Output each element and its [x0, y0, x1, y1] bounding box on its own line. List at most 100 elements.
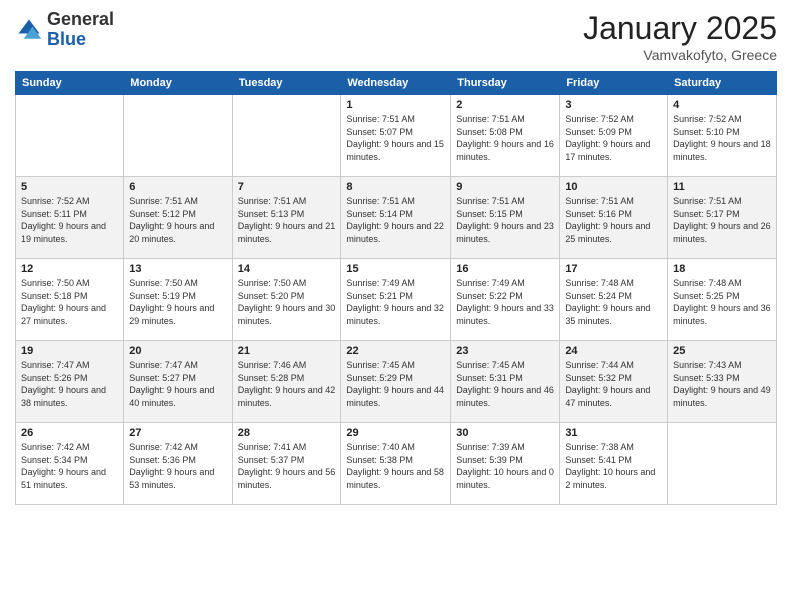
day-number-26: 26	[21, 427, 118, 439]
day-info-25: Sunrise: 7:43 AMSunset: 5:33 PMDaylight:…	[673, 359, 771, 409]
day-number-14: 14	[238, 263, 336, 275]
logo-icon	[15, 16, 43, 44]
day-number-28: 28	[238, 427, 336, 439]
day-info-24: Sunrise: 7:44 AMSunset: 5:32 PMDaylight:…	[565, 359, 662, 409]
logo-blue: Blue	[47, 29, 86, 49]
cell-3-2: 21 Sunrise: 7:46 AMSunset: 5:28 PMDayligh…	[232, 341, 341, 423]
cell-2-0: 12 Sunrise: 7:50 AMSunset: 5:18 PMDayligh…	[16, 259, 124, 341]
cell-2-6: 18Sunrise: 7:48 AMSunset: 5:25 PMDayligh…	[668, 259, 777, 341]
day-number-15: 15	[346, 263, 445, 275]
cell-3-0: 19 Sunrise: 7:47 AMSunset: 5:26 PMDayligh…	[16, 341, 124, 423]
title-block: January 2025 Vamvakofyto, Greece	[583, 10, 777, 63]
day-number-13: 13	[129, 263, 226, 275]
day-info-20: Sunrise: 7:47 AMSunset: 5:27 PMDaylight:…	[129, 359, 226, 409]
day-number-6: 6	[129, 181, 226, 193]
calendar-header: Sunday Monday Tuesday Wednesday Thursday…	[16, 72, 777, 95]
header-thursday: Thursday	[451, 72, 560, 95]
day-number-10: 10	[565, 181, 662, 193]
cell-0-2	[232, 95, 341, 177]
cell-3-1: 20 Sunrise: 7:47 AMSunset: 5:27 PMDayligh…	[124, 341, 232, 423]
day-info-17: Sunrise: 7:48 AMSunset: 5:24 PMDaylight:…	[565, 277, 662, 327]
cell-0-4: 2 Sunrise: 7:51 AMSunset: 5:08 PMDaylight…	[451, 95, 560, 177]
header-monday: Monday	[124, 72, 232, 95]
day-info-4: Sunrise: 7:52 AMSunset: 5:10 PMDaylight:…	[673, 113, 771, 163]
day-number-24: 24	[565, 345, 662, 357]
cell-4-3: 29Sunrise: 7:40 AMSunset: 5:38 PMDayligh…	[341, 423, 451, 505]
day-number-22: 22	[346, 345, 445, 357]
cell-1-2: 7 Sunrise: 7:51 AMSunset: 5:13 PMDaylight…	[232, 177, 341, 259]
day-number-7: 7	[238, 181, 336, 193]
cell-0-0	[16, 95, 124, 177]
cell-2-2: 14 Sunrise: 7:50 AMSunset: 5:20 PMDayligh…	[232, 259, 341, 341]
cell-1-6: 11Sunrise: 7:51 AMSunset: 5:17 PMDayligh…	[668, 177, 777, 259]
cell-4-2: 28 Sunrise: 7:41 AMSunset: 5:37 PMDayligh…	[232, 423, 341, 505]
day-info-7: Sunrise: 7:51 AMSunset: 5:13 PMDaylight:…	[238, 195, 336, 245]
day-number-19: 19	[21, 345, 118, 357]
calendar: Sunday Monday Tuesday Wednesday Thursday…	[15, 71, 777, 505]
day-number-27: 27	[129, 427, 226, 439]
cell-2-4: 16 Sunrise: 7:49 AMSunset: 5:22 PMDayligh…	[451, 259, 560, 341]
cell-1-4: 9 Sunrise: 7:51 AMSunset: 5:15 PMDaylight…	[451, 177, 560, 259]
day-number-20: 20	[129, 345, 226, 357]
header: General Blue January 2025 Vamvakofyto, G…	[15, 10, 777, 63]
day-number-8: 8	[346, 181, 445, 193]
cell-1-5: 10Sunrise: 7:51 AMSunset: 5:16 PMDayligh…	[560, 177, 668, 259]
header-tuesday: Tuesday	[232, 72, 341, 95]
week-row-2: 12 Sunrise: 7:50 AMSunset: 5:18 PMDayligh…	[16, 259, 777, 341]
day-number-17: 17	[565, 263, 662, 275]
logo: General Blue	[15, 10, 114, 50]
cell-4-1: 27Sunrise: 7:42 AMSunset: 5:36 PMDayligh…	[124, 423, 232, 505]
header-saturday: Saturday	[668, 72, 777, 95]
week-row-0: 1Sunrise: 7:51 AMSunset: 5:07 PMDaylight…	[16, 95, 777, 177]
cell-0-3: 1Sunrise: 7:51 AMSunset: 5:07 PMDaylight…	[341, 95, 451, 177]
day-number-31: 31	[565, 427, 662, 439]
day-info-23: Sunrise: 7:45 AMSunset: 5:31 PMDaylight:…	[456, 359, 554, 409]
day-info-19: Sunrise: 7:47 AMSunset: 5:26 PMDaylight:…	[21, 359, 118, 409]
subtitle: Vamvakofyto, Greece	[583, 47, 777, 63]
day-info-18: Sunrise: 7:48 AMSunset: 5:25 PMDaylight:…	[673, 277, 771, 327]
day-number-2: 2	[456, 99, 554, 111]
cell-2-1: 13 Sunrise: 7:50 AMSunset: 5:19 PMDayligh…	[124, 259, 232, 341]
header-friday: Friday	[560, 72, 668, 95]
day-info-28: Sunrise: 7:41 AMSunset: 5:37 PMDaylight:…	[238, 441, 336, 491]
cell-3-4: 23 Sunrise: 7:45 AMSunset: 5:31 PMDayligh…	[451, 341, 560, 423]
day-info-21: Sunrise: 7:46 AMSunset: 5:28 PMDaylight:…	[238, 359, 336, 409]
day-number-12: 12	[21, 263, 118, 275]
day-info-12: Sunrise: 7:50 AMSunset: 5:18 PMDaylight:…	[21, 277, 118, 327]
day-info-13: Sunrise: 7:50 AMSunset: 5:19 PMDaylight:…	[129, 277, 226, 327]
cell-1-1: 6Sunrise: 7:51 AMSunset: 5:12 PMDaylight…	[124, 177, 232, 259]
calendar-body: 1Sunrise: 7:51 AMSunset: 5:07 PMDaylight…	[16, 95, 777, 505]
logo-general: General	[47, 9, 114, 29]
day-number-11: 11	[673, 181, 771, 193]
day-info-31: Sunrise: 7:38 AMSunset: 5:41 PMDaylight:…	[565, 441, 662, 491]
week-row-4: 26 Sunrise: 7:42 AMSunset: 5:34 PMDayligh…	[16, 423, 777, 505]
week-row-3: 19 Sunrise: 7:47 AMSunset: 5:26 PMDayligh…	[16, 341, 777, 423]
day-info-16: Sunrise: 7:49 AMSunset: 5:22 PMDaylight:…	[456, 277, 554, 327]
day-info-26: Sunrise: 7:42 AMSunset: 5:34 PMDaylight:…	[21, 441, 118, 491]
header-sunday: Sunday	[16, 72, 124, 95]
day-number-16: 16	[456, 263, 554, 275]
day-number-25: 25	[673, 345, 771, 357]
cell-4-0: 26 Sunrise: 7:42 AMSunset: 5:34 PMDayligh…	[16, 423, 124, 505]
month-title: January 2025	[583, 10, 777, 47]
logo-text: General Blue	[47, 10, 114, 50]
day-number-9: 9	[456, 181, 554, 193]
day-info-3: Sunrise: 7:52 AMSunset: 5:09 PMDaylight:…	[565, 113, 662, 163]
cell-0-5: 3 Sunrise: 7:52 AMSunset: 5:09 PMDaylight…	[560, 95, 668, 177]
page: General Blue January 2025 Vamvakofyto, G…	[0, 0, 792, 612]
cell-3-5: 24 Sunrise: 7:44 AMSunset: 5:32 PMDayligh…	[560, 341, 668, 423]
day-info-2: Sunrise: 7:51 AMSunset: 5:08 PMDaylight:…	[456, 113, 554, 163]
cell-1-0: 5Sunrise: 7:52 AMSunset: 5:11 PMDaylight…	[16, 177, 124, 259]
day-info-8: Sunrise: 7:51 AMSunset: 5:14 PMDaylight:…	[346, 195, 445, 245]
cell-3-3: 22Sunrise: 7:45 AMSunset: 5:29 PMDayligh…	[341, 341, 451, 423]
cell-4-6	[668, 423, 777, 505]
day-number-4: 4	[673, 99, 771, 111]
day-info-14: Sunrise: 7:50 AMSunset: 5:20 PMDaylight:…	[238, 277, 336, 327]
day-info-9: Sunrise: 7:51 AMSunset: 5:15 PMDaylight:…	[456, 195, 554, 245]
cell-2-5: 17 Sunrise: 7:48 AMSunset: 5:24 PMDayligh…	[560, 259, 668, 341]
day-number-23: 23	[456, 345, 554, 357]
day-info-1: Sunrise: 7:51 AMSunset: 5:07 PMDaylight:…	[346, 113, 445, 163]
cell-3-6: 25 Sunrise: 7:43 AMSunset: 5:33 PMDayligh…	[668, 341, 777, 423]
day-number-3: 3	[565, 99, 662, 111]
day-number-21: 21	[238, 345, 336, 357]
